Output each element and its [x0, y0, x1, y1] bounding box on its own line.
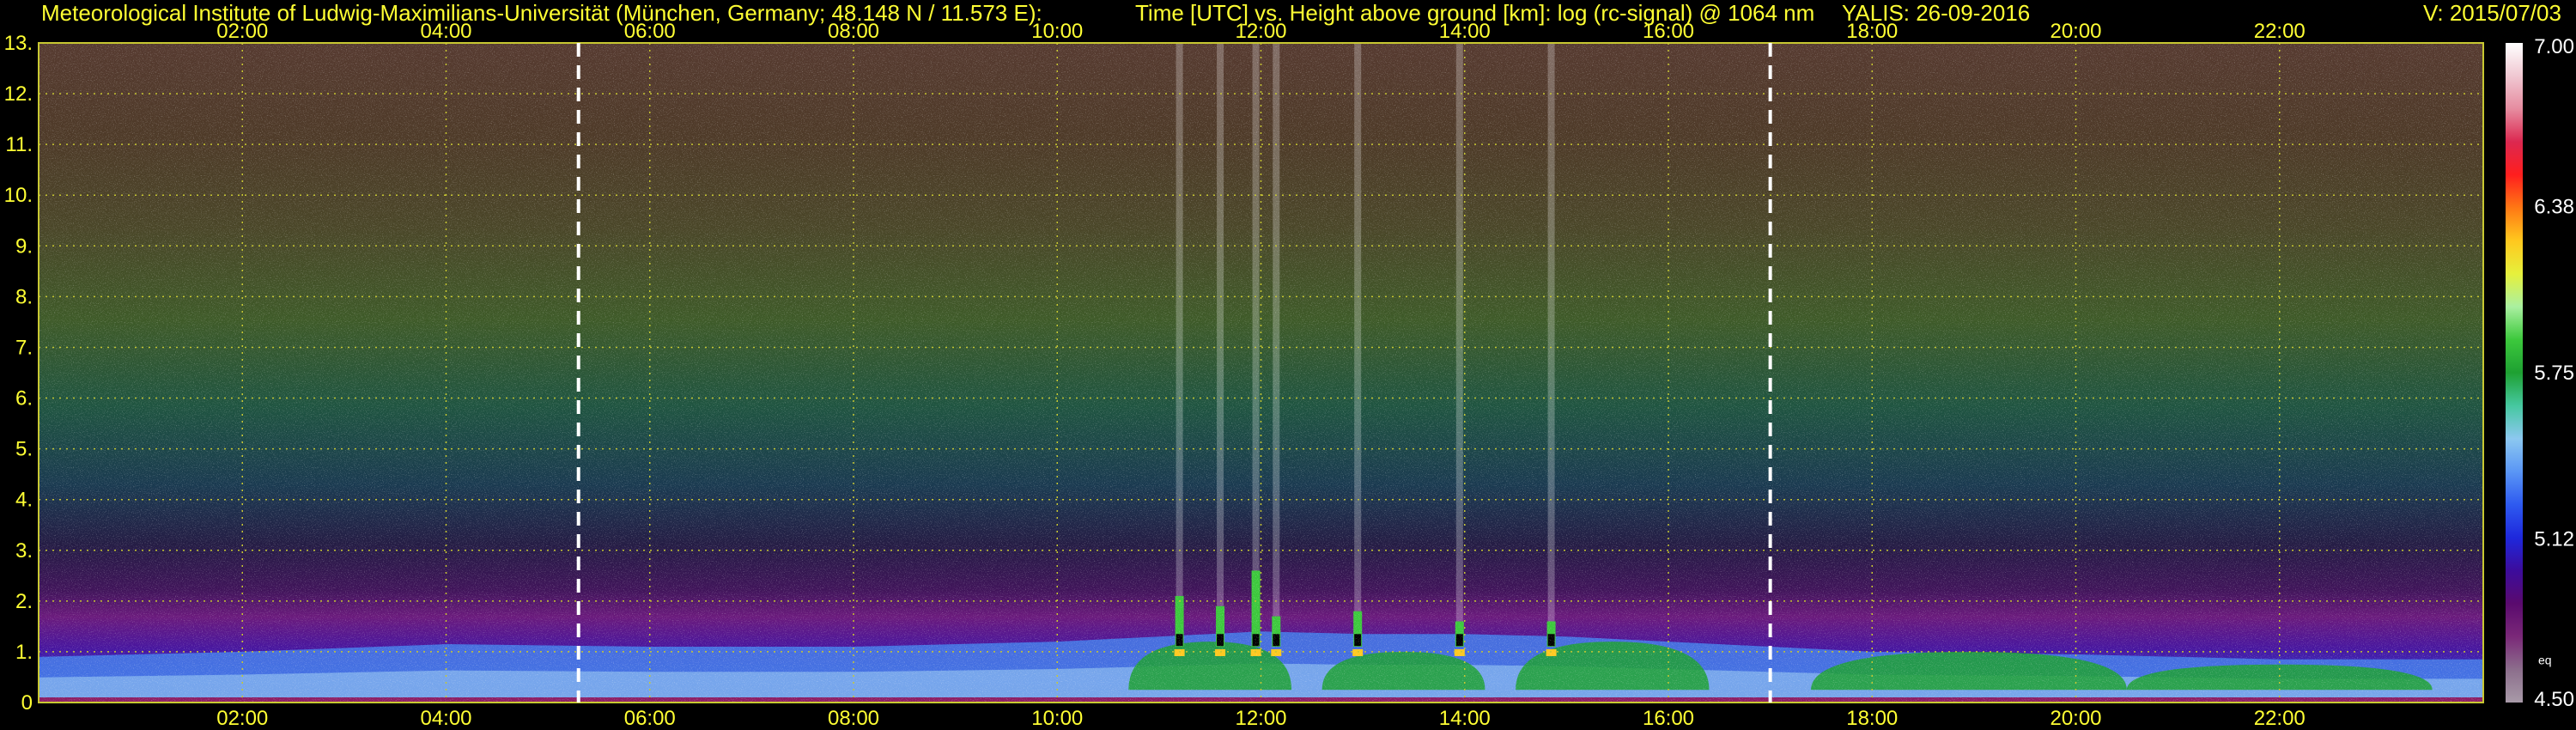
x-tick-label-top: 14:00: [1439, 20, 1491, 43]
y-tick-label: 0: [21, 691, 33, 715]
lidar-chart: 02:00 04:00 06:00 08:00 10:00 12:00 14:00 16:00…: [4, 20, 2574, 730]
colorbar-tick-label: 6.38: [2534, 195, 2574, 218]
x-tick-label-bottom: 04:00: [420, 707, 471, 730]
x-tick-label-bottom: 22:00: [2254, 707, 2306, 730]
colorbar-extra-label: eq: [2538, 654, 2552, 667]
x-tick-label-bottom: 18:00: [1846, 707, 1898, 730]
colorbar-tick-label: 5.75: [2534, 362, 2574, 385]
x-tick-label-bottom: 08:00: [828, 707, 879, 730]
y-tick-label: 9.: [15, 234, 33, 258]
x-tick-label-top: 10:00: [1031, 20, 1083, 43]
x-tick-label-top: 04:00: [420, 20, 471, 43]
x-tick-label-bottom: 06:00: [624, 707, 676, 730]
x-tick-label-top: 18:00: [1846, 20, 1898, 43]
y-tick-label: 6.: [15, 387, 33, 411]
y-tick-label: 4.: [15, 489, 33, 512]
x-tick-label-bottom: 14:00: [1439, 707, 1491, 730]
y-axis-ticks: 0 1. 2. 3. 4. 5. 6. 7. 8. 9. 10. 11. 12. 13.: [4, 32, 33, 715]
y-tick-label: 11.: [5, 133, 33, 156]
x-tick-label-top: 02:00: [216, 20, 268, 43]
x-tick-label-bottom: 20:00: [2050, 707, 2101, 730]
colorbar-tick-label: 5.12: [2534, 528, 2574, 551]
colorbar-scale: [2506, 43, 2523, 703]
x-tick-label-top: 22:00: [2254, 20, 2306, 43]
y-tick-label: 2.: [15, 590, 33, 613]
x-tick-label-bottom: 12:00: [1235, 707, 1286, 730]
x-tick-label-top: 12:00: [1235, 20, 1286, 43]
y-tick-label: 13.: [4, 32, 33, 55]
x-tick-label-bottom: 10:00: [1031, 707, 1083, 730]
x-axis-bottom-ticks: 02:00 04:00 06:00 08:00 10:00 12:00 14:00 16:00…: [216, 707, 2306, 730]
y-tick-label: 7.: [15, 336, 33, 359]
x-tick-label-top: 16:00: [1643, 20, 1694, 43]
x-tick-label-bottom: 02:00: [216, 707, 268, 730]
colorbar: 7.00 6.38 5.75 5.12 4.50 eq: [2506, 35, 2574, 711]
y-tick-label: 5.: [15, 438, 33, 461]
y-tick-label: 3.: [15, 539, 33, 563]
x-tick-label-top: 08:00: [828, 20, 879, 43]
y-tick-label: 10.: [4, 184, 33, 207]
y-tick-label: 1.: [15, 641, 33, 664]
x-tick-label-top: 06:00: [624, 20, 676, 43]
x-tick-label-top: 20:00: [2050, 20, 2101, 43]
colorbar-tick-label: 7.00: [2534, 35, 2574, 58]
y-tick-label: 12.: [4, 82, 33, 106]
colorbar-tick-label: 4.50: [2534, 688, 2574, 711]
x-tick-label-bottom: 16:00: [1643, 707, 1694, 730]
y-tick-label: 8.: [15, 285, 33, 308]
x-axis-top-ticks: 02:00 04:00 06:00 08:00 10:00 12:00 14:00 16:00…: [216, 20, 2306, 43]
